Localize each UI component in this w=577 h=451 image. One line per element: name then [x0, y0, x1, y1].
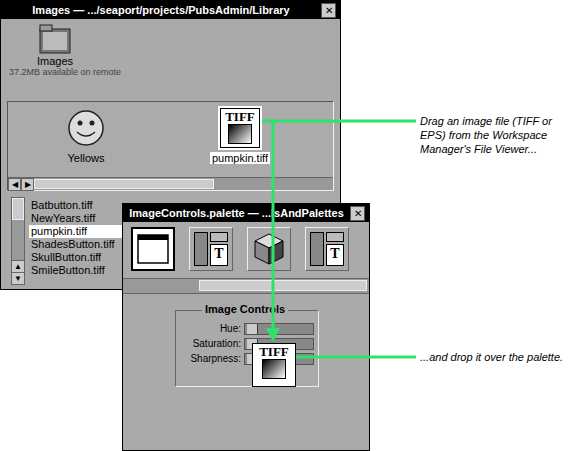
window-title: Images — .../seaport/projects/PubsAdmin/…: [5, 4, 317, 16]
scroll-arrow[interactable]: ▼: [12, 272, 24, 284]
group-title: Image Controls: [202, 303, 288, 315]
callout-text: Drag an image file (TIFF or EPS) from th…: [420, 114, 572, 156]
slider-label: Sharpness:: [190, 353, 241, 364]
window-title: ImageControls.palette — ...lsAndPalettes: [127, 207, 346, 219]
dragged-tiff-icon[interactable]: TIFF: [252, 343, 296, 387]
file-icon[interactable]: Yellows: [48, 108, 124, 177]
file-row[interactable]: SmileButton.tiff: [29, 264, 129, 277]
figure: Images — .../seaport/projects/PubsAdmin/…: [0, 0, 577, 451]
palette-button[interactable]: [247, 227, 291, 271]
palette-content: Image Controls Hue: Saturation: Sharpness:: [123, 296, 369, 450]
slider-knob[interactable]: [247, 324, 258, 334]
icon-browser: Yellows TIFF pumpkin.tiff ◀▶: [7, 101, 334, 191]
scroll-knob[interactable]: [199, 280, 367, 291]
title-bar[interactable]: Images — .../seaport/projects/PubsAdmin/…: [1, 1, 340, 19]
slider-label: Saturation:: [193, 338, 241, 349]
text-panel-icon: T: [310, 232, 344, 266]
disk-status: 37.2MB available on remote: [9, 67, 340, 77]
file-row[interactable]: ShadesButton.tiff: [29, 238, 129, 251]
palette-toolbar: TT: [123, 222, 369, 276]
slider[interactable]: [244, 323, 314, 335]
horizontal-scroller[interactable]: [123, 278, 369, 294]
slider-row: Hue:: [180, 321, 314, 336]
text-panel-icon: T: [194, 232, 228, 266]
palette-button[interactable]: T: [189, 227, 233, 271]
smiley-icon: [66, 108, 106, 148]
file-row[interactable]: NewYears.tiff: [29, 212, 129, 225]
scroll-knob[interactable]: [34, 179, 214, 189]
file-row[interactable]: pumpkin.tiff: [29, 225, 129, 238]
folder-label: Images: [37, 55, 73, 67]
path-area: Images37.2MB available on remote: [1, 19, 340, 101]
callout-text: ...and drop it over the palette.: [420, 350, 572, 364]
image-controls-group: Image ControlsHue:Saturation:Sharpness:: [175, 310, 319, 387]
close-button[interactable]: ✕: [321, 3, 336, 18]
scroll-arrow[interactable]: ▲: [12, 260, 24, 272]
cube-icon: [251, 231, 287, 267]
scroll-knob[interactable]: [12, 198, 24, 220]
file-icon-label: Yellows: [66, 152, 107, 164]
folder-icon: [38, 23, 72, 55]
palette-button[interactable]: T: [305, 227, 349, 271]
title-bar[interactable]: ImageControls.palette — ...lsAndPalettes…: [123, 204, 369, 222]
folder[interactable]: Images: [33, 23, 77, 67]
tiff-icon: TIFF: [220, 108, 260, 148]
file-list: Batbutton.tiffNewYears.tiffpumpkin.tiffS…: [25, 197, 129, 285]
palette-window: ImageControls.palette — ...lsAndPalettes…: [122, 203, 370, 451]
slider-label: Hue:: [220, 323, 241, 334]
vertical-scroller[interactable]: ▲▼: [11, 197, 25, 285]
horizontal-scroller[interactable]: ◀▶: [8, 177, 333, 190]
file-row[interactable]: Batbutton.tiff: [29, 199, 129, 212]
window-icon: [135, 231, 171, 267]
scroll-arrow[interactable]: ▶: [21, 178, 34, 191]
file-icon-label: pumpkin.tiff: [210, 152, 270, 164]
scroll-arrow[interactable]: ◀: [8, 178, 21, 191]
file-row[interactable]: SkullButton.tiff: [29, 251, 129, 264]
palette-button[interactable]: [131, 227, 175, 271]
close-button[interactable]: ✕: [350, 206, 365, 221]
file-icon[interactable]: TIFF pumpkin.tiff: [202, 108, 278, 177]
